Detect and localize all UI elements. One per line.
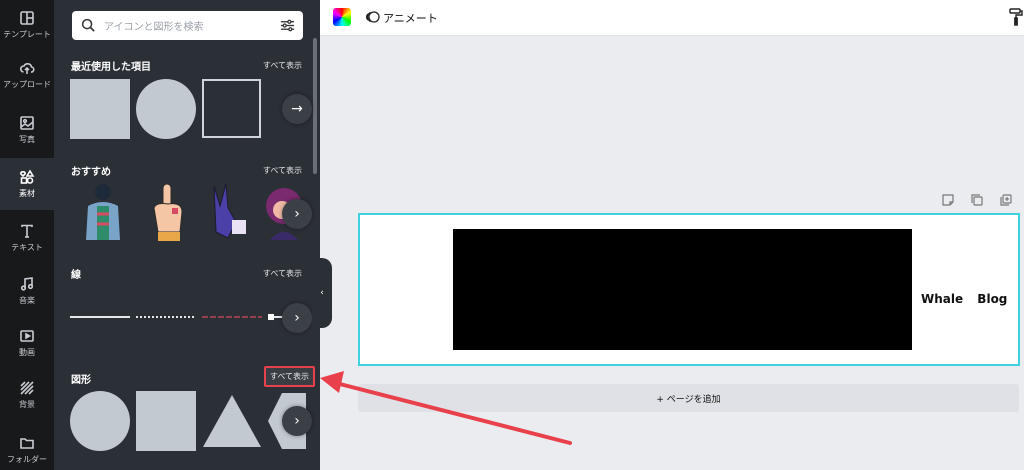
recent-square-shape[interactable]	[70, 79, 130, 139]
recommended-next-button[interactable]: ›	[282, 199, 312, 229]
text-icon	[21, 224, 33, 238]
add-page-icon[interactable]	[999, 193, 1013, 207]
shape-square[interactable]	[136, 391, 196, 451]
rail-item-background[interactable]: 背景	[0, 370, 54, 420]
rail-label: 動画	[19, 348, 35, 357]
rail-label: テキスト	[11, 243, 43, 252]
rail-item-uploads[interactable]: アップロード	[0, 50, 54, 100]
search-placeholder: アイコンと図形を検索	[104, 22, 204, 33]
chevron-right-icon: ›	[294, 206, 300, 222]
section-title-lines: 線	[71, 270, 81, 281]
rail-label: 素材	[19, 189, 35, 198]
paint-roller-icon[interactable]	[1009, 8, 1023, 26]
rail-item-photos[interactable]: 写真	[0, 105, 54, 155]
elements-icon	[20, 169, 35, 184]
see-all-recommended[interactable]: すべて表示	[263, 165, 302, 176]
note-icon[interactable]	[941, 193, 955, 207]
duplicate-page-icon[interactable]	[970, 193, 984, 207]
elements-panel: アイコンと図形を検索 最近使用した項目 すべて表示 → おすすめ すべて表示 ›…	[54, 0, 320, 470]
recent-outline-square-shape[interactable]	[202, 79, 261, 138]
arrow-right-icon: →	[291, 101, 303, 117]
lines-next-button[interactable]: ›	[282, 303, 312, 333]
logo-text[interactable]: Whale Blog	[921, 292, 1007, 306]
rail-label: 写真	[19, 135, 35, 144]
layout-icon	[20, 11, 34, 25]
recent-next-button[interactable]: →	[282, 94, 312, 124]
photo-icon	[20, 116, 34, 130]
rail-label: アップロード	[3, 80, 51, 89]
rail-label: 背景	[19, 400, 35, 409]
chevron-left-icon: ‹	[320, 288, 324, 298]
search-icon	[81, 18, 95, 32]
rail-item-elements[interactable]: 素材	[0, 158, 54, 210]
rail-item-templates[interactable]: テンプレート	[0, 0, 54, 50]
color-picker-swatch[interactable]	[333, 8, 351, 26]
lines-row	[70, 313, 300, 321]
rail-item-text[interactable]: テキスト	[0, 213, 54, 263]
video-icon	[20, 330, 34, 342]
filter-icon[interactable]	[280, 18, 295, 33]
sticker-peace-hand[interactable]	[206, 182, 252, 242]
sticker-person-jacket[interactable]	[76, 182, 130, 242]
rail-item-video[interactable]: 動画	[0, 318, 54, 368]
sticker-pointing-hand[interactable]	[146, 182, 190, 242]
shape-triangle[interactable]	[201, 393, 263, 449]
banner-image[interactable]	[453, 229, 912, 350]
section-title-shapes: 図形	[71, 375, 91, 386]
add-page-button[interactable]: + ページを追加	[358, 384, 1019, 412]
collapse-panel-button[interactable]: ‹	[312, 258, 332, 328]
rail-label: テンプレート	[3, 30, 51, 39]
see-all-shapes[interactable]: すべて表示	[263, 366, 315, 387]
shape-circle[interactable]	[70, 391, 130, 451]
see-all-recent[interactable]: すべて表示	[263, 60, 302, 71]
upload-cloud-icon	[19, 63, 35, 74]
section-title-recommended: おすすめ	[71, 167, 111, 178]
rail-item-music[interactable]: 音楽	[0, 266, 54, 316]
rail-item-folder[interactable]: フォルダー	[0, 425, 54, 470]
chevron-right-icon: ›	[294, 413, 300, 429]
section-title-recent: 最近使用した項目	[71, 62, 151, 73]
see-all-lines[interactable]: すべて表示	[263, 268, 302, 279]
animate-label[interactable]: アニメート	[383, 10, 438, 26]
search-input[interactable]: アイコンと図形を検索	[72, 11, 303, 40]
side-rail: テンプレート アップロード 写真 素材 テキスト 音楽 動画 背景 フォルダー	[0, 0, 54, 470]
music-icon	[20, 277, 34, 291]
chevron-right-icon: ›	[294, 310, 300, 326]
top-toolbar: アニメート	[320, 0, 1024, 36]
recent-circle-shape[interactable]	[136, 79, 196, 139]
folder-icon	[20, 438, 34, 449]
rail-label: 音楽	[19, 296, 35, 305]
annotation-arrow-head	[320, 371, 344, 393]
animate-icon[interactable]	[365, 9, 381, 25]
rail-label: フォルダー	[7, 455, 47, 464]
panel-scrollbar[interactable]	[313, 38, 317, 174]
line-start-square	[268, 314, 274, 320]
background-icon	[20, 381, 34, 395]
shapes-next-button[interactable]: ›	[282, 406, 312, 436]
